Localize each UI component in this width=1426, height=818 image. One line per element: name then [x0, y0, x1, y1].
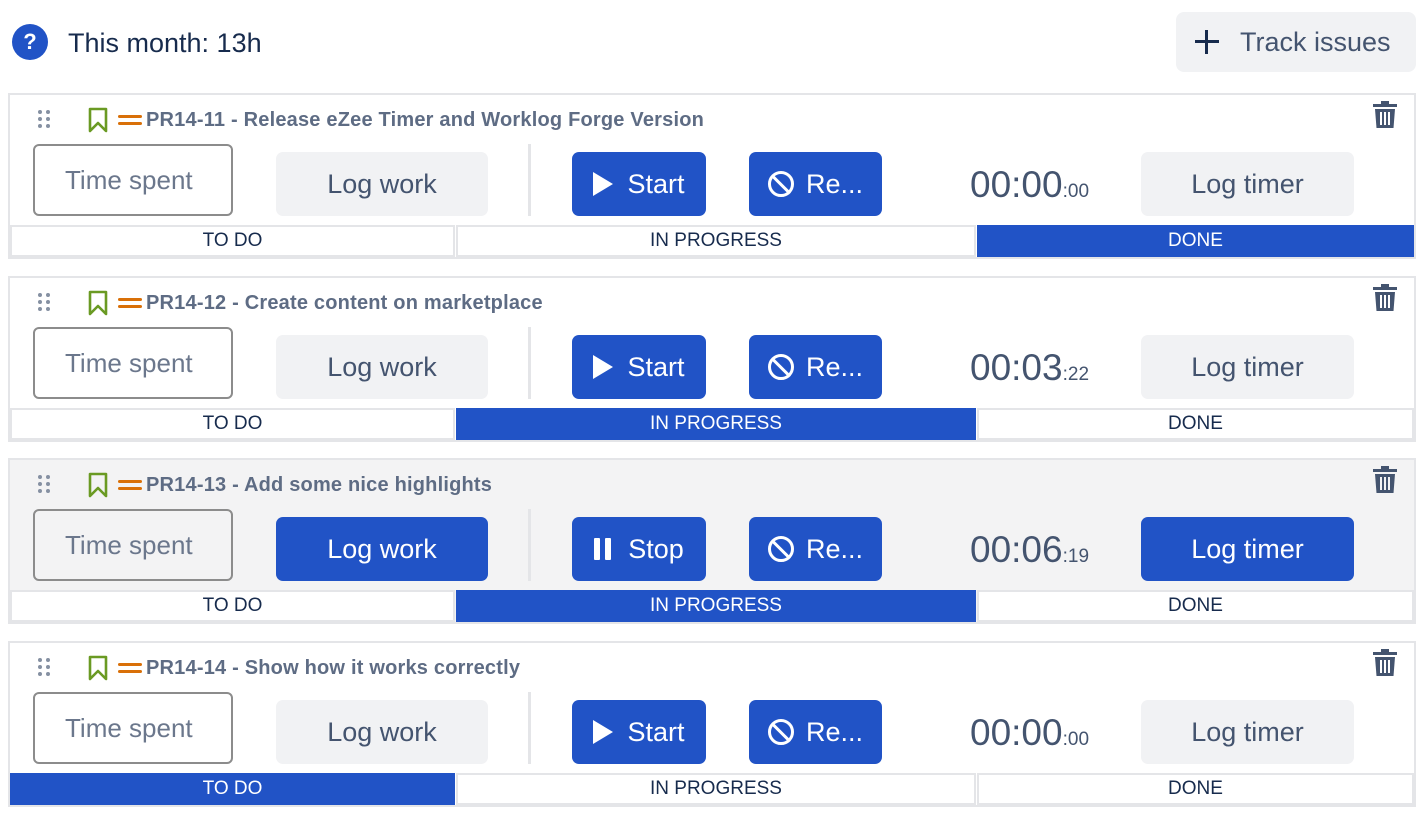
trash-icon[interactable] — [1372, 101, 1398, 129]
issue-card: PR14-12 - Create content on marketplace … — [8, 276, 1416, 442]
question-circle-icon[interactable]: ? — [12, 24, 48, 60]
reset-timer-button[interactable]: Re... — [749, 517, 882, 581]
track-issues-button[interactable]: Track issues — [1176, 12, 1416, 72]
status-in-progress[interactable]: IN PROGRESS — [456, 225, 976, 257]
status-done[interactable]: DONE — [977, 408, 1414, 440]
bookmark-icon — [88, 290, 108, 316]
log-work-button[interactable]: Log work — [276, 335, 488, 399]
reset-timer-label: Re... — [805, 168, 864, 199]
timer-seconds: :00 — [1062, 181, 1090, 202]
issue-card: PR14-11 - Release eZee Timer and Worklog… — [8, 93, 1416, 259]
cancel-icon — [767, 719, 794, 745]
divider — [528, 692, 531, 764]
timer-seconds: :00 — [1062, 729, 1090, 750]
timer-seconds: :22 — [1062, 364, 1090, 385]
reset-timer-button[interactable]: Re... — [749, 335, 882, 399]
trash-icon[interactable] — [1372, 466, 1398, 494]
drag-handle-icon[interactable] — [38, 475, 52, 493]
priority-medium-icon — [118, 480, 144, 492]
play-icon — [593, 720, 614, 744]
header: ? This month: 13h Track issues — [0, 0, 1426, 86]
timer-display: 00:03:22 — [970, 346, 1089, 398]
start-timer-button[interactable]: Start — [572, 152, 706, 216]
bookmark-icon — [88, 107, 108, 133]
status-todo[interactable]: TO DO — [10, 408, 455, 440]
reset-timer-label: Re... — [805, 716, 864, 747]
status-in-progress[interactable]: IN PROGRESS — [456, 773, 976, 805]
log-work-button[interactable]: Log work — [276, 517, 488, 581]
trash-icon[interactable] — [1372, 649, 1398, 677]
time-spent-input[interactable] — [33, 144, 233, 216]
timer-display: 00:06:19 — [970, 528, 1089, 580]
log-timer-button[interactable]: Log timer — [1141, 700, 1354, 764]
pause-icon — [594, 538, 612, 560]
status-in-progress[interactable]: IN PROGRESS — [456, 408, 976, 440]
track-issues-label: Track issues — [1240, 26, 1391, 57]
reset-timer-button[interactable]: Re... — [749, 700, 882, 764]
priority-medium-icon — [118, 663, 144, 675]
start-timer-label: Start — [627, 168, 685, 199]
status-todo[interactable]: TO DO — [10, 590, 455, 622]
bookmark-icon — [88, 472, 108, 498]
log-timer-button[interactable]: Log timer — [1141, 152, 1354, 216]
start-timer-button[interactable]: Start — [572, 700, 706, 764]
time-spent-input[interactable] — [33, 509, 233, 581]
status-todo[interactable]: TO DO — [10, 225, 455, 257]
stop-timer-label: Stop — [628, 533, 684, 564]
issue-card: PR14-14 - Show how it works correctly Lo… — [8, 641, 1416, 807]
start-timer-label: Start — [627, 716, 685, 747]
log-work-button[interactable]: Log work — [276, 152, 488, 216]
priority-medium-icon — [118, 115, 144, 127]
start-timer-label: Start — [627, 351, 685, 382]
priority-medium-icon — [118, 298, 144, 310]
timer-main: 00:06 — [970, 529, 1063, 570]
time-spent-input[interactable] — [33, 692, 233, 764]
issue-title[interactable]: PR14-12 - Create content on marketplace — [146, 291, 543, 315]
month-total-label: This month: 13h — [68, 28, 262, 58]
timer-main: 00:00 — [970, 164, 1063, 205]
status-done[interactable]: DONE — [977, 773, 1414, 805]
divider — [528, 509, 531, 581]
status-done[interactable]: DONE — [977, 590, 1414, 622]
timer-main: 00:03 — [970, 347, 1063, 388]
status-bar: TO DO IN PROGRESS DONE — [10, 408, 1414, 440]
stop-timer-button[interactable]: Stop — [572, 517, 706, 581]
trash-icon[interactable] — [1372, 284, 1398, 312]
status-bar: TO DO IN PROGRESS DONE — [10, 590, 1414, 622]
bookmark-icon — [88, 655, 108, 681]
status-done[interactable]: DONE — [977, 225, 1414, 257]
timer-display: 00:00:00 — [970, 711, 1089, 763]
issue-title[interactable]: PR14-11 - Release eZee Timer and Worklog… — [146, 108, 704, 132]
issue-title[interactable]: PR14-13 - Add some nice highlights — [146, 473, 492, 497]
issue-title[interactable]: PR14-14 - Show how it works correctly — [146, 656, 520, 680]
plus-icon — [1194, 29, 1220, 55]
issue-card: PR14-13 - Add some nice highlights Log w… — [8, 458, 1416, 624]
log-work-button[interactable]: Log work — [276, 700, 488, 764]
log-timer-button[interactable]: Log timer — [1141, 335, 1354, 399]
start-timer-button[interactable]: Start — [572, 335, 706, 399]
drag-handle-icon[interactable] — [38, 110, 52, 128]
log-timer-button[interactable]: Log timer — [1141, 517, 1354, 581]
timer-display: 00:00:00 — [970, 163, 1089, 215]
status-in-progress[interactable]: IN PROGRESS — [456, 590, 976, 622]
reset-timer-label: Re... — [805, 351, 864, 382]
reset-timer-button[interactable]: Re... — [749, 152, 882, 216]
cancel-icon — [767, 354, 794, 380]
play-icon — [593, 172, 614, 196]
cancel-icon — [767, 171, 794, 197]
timer-seconds: :19 — [1062, 546, 1090, 567]
play-icon — [593, 355, 614, 379]
divider — [528, 144, 531, 216]
divider — [528, 327, 531, 399]
reset-timer-label: Re... — [805, 533, 864, 564]
status-bar: TO DO IN PROGRESS DONE — [10, 773, 1414, 805]
time-spent-input[interactable] — [33, 327, 233, 399]
status-bar: TO DO IN PROGRESS DONE — [10, 225, 1414, 257]
timer-main: 00:00 — [970, 712, 1063, 753]
drag-handle-icon[interactable] — [38, 293, 52, 311]
cancel-icon — [767, 536, 794, 562]
status-todo[interactable]: TO DO — [10, 773, 455, 805]
drag-handle-icon[interactable] — [38, 658, 52, 676]
